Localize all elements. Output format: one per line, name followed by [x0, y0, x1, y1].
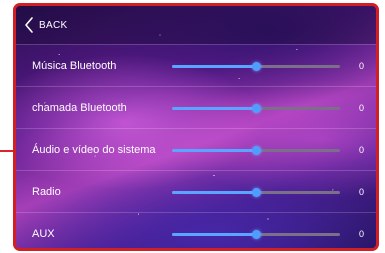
volume-settings-panel: BACK Música Bluetooth 0 chamada Bluetoot…	[13, 3, 379, 251]
back-label: BACK	[39, 19, 68, 31]
volume-row-radio: Radio 0	[16, 170, 376, 212]
slider-thumb[interactable]	[251, 103, 261, 113]
header-bar: BACK	[16, 6, 376, 44]
volume-slider[interactable]	[172, 143, 340, 157]
slider-fill	[172, 190, 256, 194]
volume-slider[interactable]	[172, 59, 340, 73]
chevron-left-icon	[24, 16, 34, 34]
volume-row-bluetooth-call: chamada Bluetooth 0	[16, 86, 376, 128]
row-value: 0	[358, 186, 364, 197]
row-value: 0	[358, 228, 364, 239]
slider-thumb[interactable]	[251, 145, 261, 155]
volume-row-aux: AUX 0	[16, 212, 376, 248]
row-label: AUX	[32, 227, 55, 240]
row-value: 0	[358, 60, 364, 71]
volume-slider[interactable]	[172, 227, 340, 241]
row-label: Música Bluetooth	[32, 59, 117, 72]
slider-fill	[172, 148, 256, 152]
slider-thumb[interactable]	[251, 187, 261, 197]
back-button[interactable]: BACK	[20, 6, 71, 44]
volume-row-system-audio-video: Áudio e vídeo do sistema 0	[16, 128, 376, 170]
row-label: Áudio e vídeo do sistema	[32, 143, 156, 156]
row-label: chamada Bluetooth	[32, 101, 127, 114]
slider-thumb[interactable]	[251, 61, 261, 71]
slider-fill	[172, 106, 256, 110]
slider-fill	[172, 232, 256, 236]
row-value: 0	[358, 102, 364, 113]
slider-fill	[172, 64, 256, 68]
row-value: 0	[358, 144, 364, 155]
volume-slider[interactable]	[172, 101, 340, 115]
row-label: Radio	[32, 185, 61, 198]
volume-row-bluetooth-music: Música Bluetooth 0	[16, 44, 376, 86]
slider-thumb[interactable]	[251, 229, 261, 239]
volume-slider[interactable]	[172, 185, 340, 199]
